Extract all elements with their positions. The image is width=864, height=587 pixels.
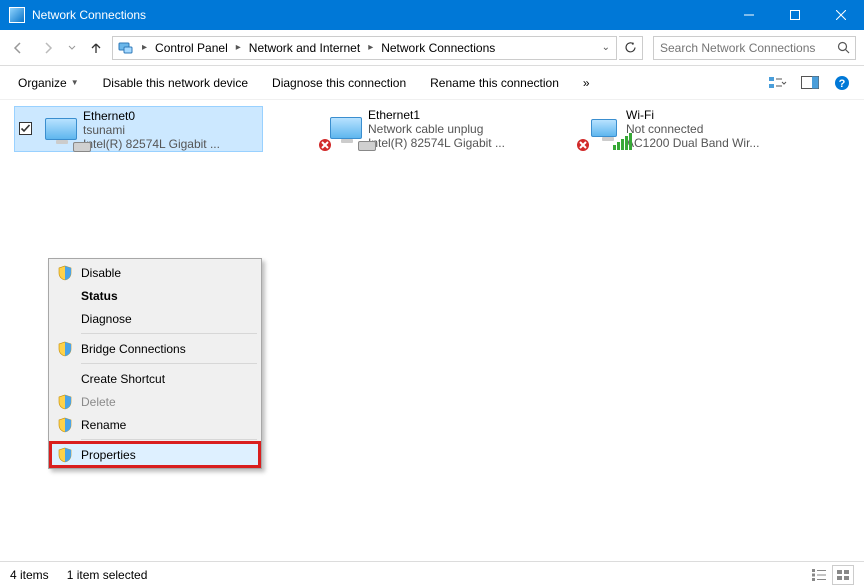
adapter-item[interactable]: Wi-Fi Not connected AC1200 Dual Band Wir… — [578, 106, 827, 152]
adapter-device: AC1200 Dual Band Wir... — [626, 136, 823, 150]
menu-item-label: Create Shortcut — [81, 372, 165, 386]
organize-label: Organize — [18, 76, 67, 90]
menu-item-label: Status — [81, 289, 118, 303]
chevron-icon[interactable]: ▸ — [365, 42, 376, 53]
up-button[interactable] — [82, 34, 110, 62]
menu-item-disable[interactable]: Disable — [51, 261, 259, 284]
chevron-icon[interactable]: ▸ — [139, 42, 150, 53]
more-commands-button[interactable]: » — [573, 71, 600, 95]
details-view-button[interactable] — [808, 565, 830, 585]
shield-icon — [57, 341, 73, 357]
breadcrumb-more[interactable]: ⌄ — [500, 42, 616, 53]
search-box[interactable] — [653, 36, 856, 60]
selection-count: 1 item selected — [67, 568, 148, 582]
view-options-button[interactable] — [764, 69, 792, 97]
ethernet-icon — [39, 109, 83, 149]
adapter-status: Network cable unplug — [368, 122, 565, 136]
adapter-item[interactable]: Ethernet1 Network cable unplug Intel(R) … — [320, 106, 569, 152]
adapter-checkbox[interactable] — [19, 122, 35, 138]
maximize-button[interactable] — [772, 0, 818, 30]
wifi-icon — [582, 108, 626, 148]
adapter-info: Wi-Fi Not connected AC1200 Dual Band Wir… — [626, 108, 823, 150]
menu-item-create-shortcut[interactable]: Create Shortcut — [51, 367, 259, 390]
menu-item-label: Diagnose — [81, 312, 132, 326]
breadcrumb[interactable]: ▸ Control Panel ▸ Network and Internet ▸… — [112, 36, 617, 60]
search-icon[interactable] — [831, 41, 855, 54]
adapters-pane[interactable]: Ethernet0 tsunami Intel(R) 82574L Gigabi… — [0, 100, 864, 561]
menu-item-label: Delete — [81, 395, 116, 409]
adapter-device: Intel(R) 82574L Gigabit ... — [83, 137, 258, 151]
error-badge-icon — [576, 138, 590, 152]
command-bar: Organize ▼ Disable this network device Di… — [0, 66, 864, 100]
close-button[interactable] — [818, 0, 864, 30]
shield-icon — [57, 417, 73, 433]
adapter-status: Not connected — [626, 122, 823, 136]
breadcrumb-item[interactable]: Network Connections — [376, 37, 500, 59]
menu-item-rename[interactable]: Rename — [51, 413, 259, 436]
error-badge-icon — [318, 138, 332, 152]
context-menu: Disable Status Diagnose Bridge Connections C… — [48, 258, 262, 469]
menu-item-delete: Delete — [51, 390, 259, 413]
search-input[interactable] — [654, 41, 831, 55]
adapter-name: Wi-Fi — [626, 108, 823, 122]
help-button[interactable]: ? — [828, 69, 856, 97]
menu-item-label: Bridge Connections — [81, 342, 186, 356]
organize-button[interactable]: Organize ▼ — [8, 71, 89, 95]
rename-button[interactable]: Rename this connection — [420, 71, 569, 95]
adapter-name: Ethernet0 — [83, 109, 258, 123]
shield-icon — [57, 394, 73, 410]
menu-item-diagnose[interactable]: Diagnose — [51, 307, 259, 330]
location-icon — [116, 38, 136, 58]
breadcrumb-item[interactable]: Control Panel — [150, 37, 233, 59]
adapter-status: tsunami — [83, 123, 258, 137]
diagnose-button[interactable]: Diagnose this connection — [262, 71, 416, 95]
adapter-info: Ethernet0 tsunami Intel(R) 82574L Gigabi… — [83, 109, 258, 151]
item-count: 4 items — [10, 568, 49, 582]
menu-item-properties[interactable]: Properties — [51, 443, 259, 466]
recent-dropdown[interactable] — [64, 34, 80, 62]
menu-separator — [81, 363, 257, 364]
back-button[interactable] — [4, 34, 32, 62]
status-bar: 4 items 1 item selected — [0, 561, 864, 587]
menu-item-label: Disable — [81, 266, 121, 280]
menu-item-label: Properties — [81, 448, 136, 462]
chevron-icon[interactable]: ▸ — [233, 42, 244, 53]
menu-separator — [81, 439, 257, 440]
dropdown-icon: ▼ — [71, 78, 79, 87]
adapter-name: Ethernet1 — [368, 108, 565, 122]
window-title: Network Connections — [32, 8, 726, 22]
adapter-info: Ethernet1 Network cable unplug Intel(R) … — [368, 108, 565, 150]
ethernet-icon — [324, 108, 368, 148]
titlebar: Network Connections — [0, 0, 864, 30]
large-icons-view-button[interactable] — [832, 565, 854, 585]
menu-item-label: Rename — [81, 418, 126, 432]
preview-pane-button[interactable] — [796, 69, 824, 97]
disable-device-button[interactable]: Disable this network device — [93, 71, 258, 95]
app-icon — [9, 7, 25, 23]
breadcrumb-item[interactable]: Network and Internet — [244, 37, 365, 59]
shield-icon — [57, 265, 73, 281]
adapter-device: Intel(R) 82574L Gigabit ... — [368, 136, 565, 150]
svg-text:?: ? — [839, 78, 846, 90]
adapter-item[interactable]: Ethernet0 tsunami Intel(R) 82574L Gigabi… — [14, 106, 263, 152]
menu-item-status[interactable]: Status — [51, 284, 259, 307]
shield-icon — [57, 447, 73, 463]
menu-separator — [81, 333, 257, 334]
forward-button[interactable] — [34, 34, 62, 62]
address-bar-row: ▸ Control Panel ▸ Network and Internet ▸… — [0, 30, 864, 66]
refresh-button[interactable] — [619, 36, 643, 60]
menu-item-bridge-connections[interactable]: Bridge Connections — [51, 337, 259, 360]
minimize-button[interactable] — [726, 0, 772, 30]
